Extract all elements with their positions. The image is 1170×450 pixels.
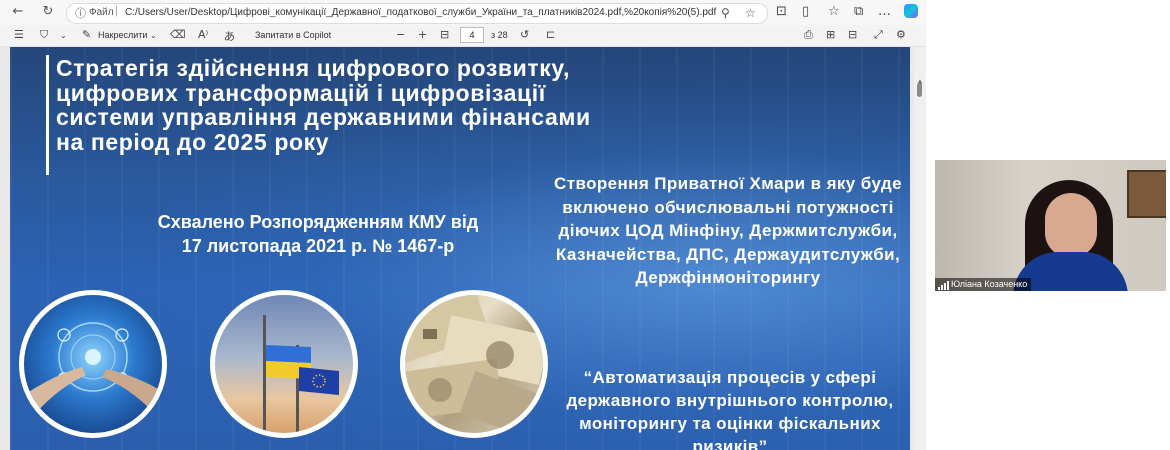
rotate-icon[interactable]: ↺: [520, 28, 529, 41]
banknotes-image: [400, 290, 548, 438]
address-bar: ← ↻ ⓘ Файл | C:/Users/User/Desktop/Цифро…: [0, 0, 926, 25]
zoom-out-icon[interactable]: −: [396, 28, 405, 41]
page-total-label: з 28: [491, 30, 508, 40]
private-cloud-text: Створення Приватної Хмари в яку буде вкл…: [554, 174, 902, 287]
translate-icon[interactable]: あ: [224, 28, 235, 44]
url-text[interactable]: C:/Users/User/Desktop/Цифрові_комунікаці…: [125, 7, 716, 18]
eraser-icon[interactable]: ⌫: [170, 28, 186, 41]
refresh-icon[interactable]: ↻: [38, 3, 58, 21]
url-separator: |: [115, 5, 118, 17]
draw-icon[interactable]: ✎: [82, 28, 91, 41]
url-field[interactable]: ⓘ Файл | C:/Users/User/Desktop/Цифрові_к…: [66, 3, 768, 24]
page-view-icon[interactable]: ⊏: [546, 28, 555, 41]
read-aloud-icon[interactable]: A⁾: [198, 28, 208, 41]
zoom-icon[interactable]: ⚲: [721, 6, 730, 20]
info-icon[interactable]: ⓘ: [75, 5, 86, 21]
contents-icon[interactable]: ☰: [14, 28, 24, 41]
participant-name-label: Юліана Козаченко: [935, 278, 1032, 291]
digital-hands-image: [19, 290, 167, 438]
automation-text: “Автоматизація процесів у сфері державно…: [566, 368, 894, 450]
zoom-in-icon[interactable]: +: [418, 28, 427, 41]
wall-picture: [1127, 170, 1166, 218]
collections-icon[interactable]: ⧉: [854, 4, 863, 19]
title-accent-line: [46, 55, 49, 175]
copilot-icon[interactable]: [904, 4, 918, 18]
settings-gear-icon[interactable]: ⚙: [896, 28, 906, 41]
favorites-icon[interactable]: ☆: [828, 4, 840, 19]
ask-copilot-label[interactable]: Запитати в Copilot: [255, 30, 331, 40]
read-aloud-icon[interactable]: ⊡: [776, 4, 787, 19]
favorite-star-icon[interactable]: ☆: [745, 6, 756, 20]
chevron-down-icon[interactable]: ⌄: [60, 31, 67, 40]
chevron-down-icon[interactable]: ⌄: [150, 31, 157, 40]
pdf-viewer[interactable]: Стратегія здійснення цифрового розвитку,…: [0, 47, 926, 450]
page-number-input[interactable]: 4: [460, 27, 484, 43]
slide-title: Стратегія здійснення цифрового розвитку,…: [56, 55, 591, 155]
vertical-scrollbar[interactable]: ▲: [914, 47, 926, 450]
save-icon[interactable]: ⊞: [826, 28, 835, 41]
approval-text: Схвалено Розпорядженням КМУ від 17 листо…: [157, 212, 479, 256]
fit-page-icon[interactable]: ⊟: [440, 28, 449, 41]
browser-window: ← ↻ ⓘ Файл | C:/Users/User/Desktop/Цифро…: [0, 0, 926, 450]
url-scheme-label: Файл: [89, 7, 114, 18]
print-icon[interactable]: ⎙: [804, 28, 813, 42]
save-as-icon[interactable]: ⊟: [848, 28, 857, 41]
pdf-page-slide: Стратегія здійснення цифрового розвитку,…: [10, 47, 910, 450]
more-icon[interactable]: …: [878, 4, 891, 19]
scrollbar-thumb[interactable]: [917, 83, 922, 97]
split-screen-icon[interactable]: ▯: [802, 4, 809, 19]
pdf-toolbar: ☰ ⛉ ⌄ ✎ Накреслити ⌄ ⌫ A⁾ あ Запитати в C…: [0, 25, 926, 47]
draw-label[interactable]: Накреслити: [98, 30, 147, 40]
back-icon[interactable]: ←: [8, 3, 28, 21]
highlight-icon[interactable]: ⛉: [40, 28, 48, 42]
video-participant-tile[interactable]: Юліана Козаченко: [935, 160, 1166, 291]
signal-strength-icon: [938, 281, 949, 290]
participant-face: [1045, 193, 1097, 257]
ukraine-eu-flags-image: [210, 290, 358, 438]
fullscreen-icon[interactable]: ⤢: [874, 28, 883, 42]
